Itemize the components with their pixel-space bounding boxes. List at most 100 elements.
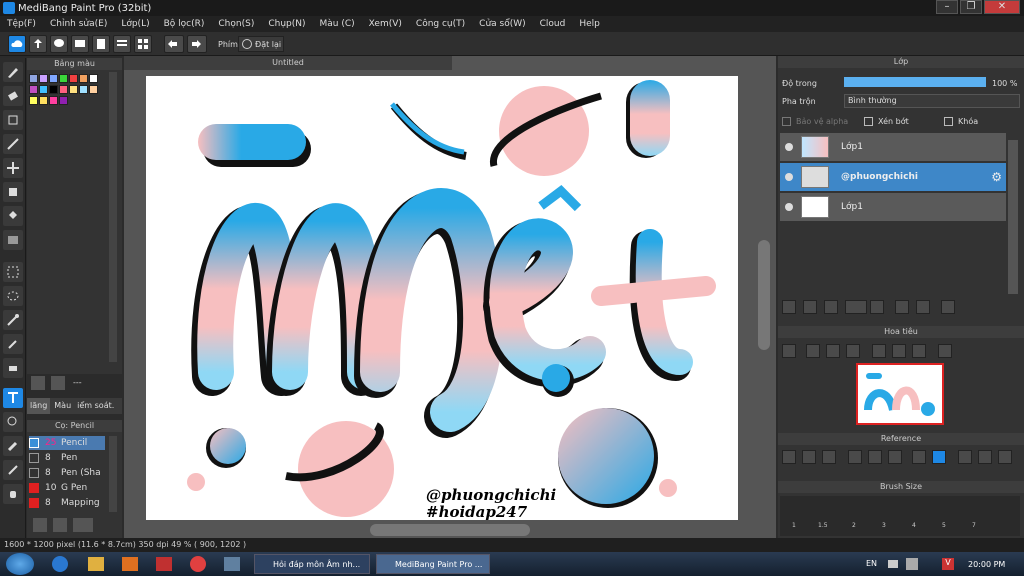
brush-size-option[interactable]: 1 [792, 522, 796, 529]
brush-item-pen[interactable]: 8 Pen [29, 451, 105, 465]
navigator-preview[interactable] [856, 363, 944, 425]
menu-help[interactable]: Help [572, 19, 607, 29]
tray-arrow-icon[interactable] [888, 560, 898, 568]
brush-item-pencil[interactable]: 25 Pencil [29, 436, 105, 450]
color-swatch[interactable] [29, 85, 38, 94]
redo-icon[interactable] [187, 35, 207, 53]
tab-palette[interactable]: lăng [27, 398, 51, 414]
menu-view[interactable]: Xem(V) [362, 19, 409, 29]
explorer-folder-icon[interactable] [88, 557, 104, 571]
gradient-tool-icon[interactable] [3, 230, 23, 250]
color-swatch[interactable] [39, 96, 48, 105]
delete-layer-icon[interactable] [941, 300, 955, 314]
brush-item-pen-shading[interactable]: 8 Pen (Sha [29, 466, 105, 480]
layer-row[interactable]: Lớp1 [780, 193, 1006, 221]
brush-size-option[interactable]: 1.5 [818, 522, 828, 529]
menu-select[interactable]: Chọn(S) [211, 19, 261, 29]
layer-row-selected[interactable]: @phuongchichi ⚙ [780, 163, 1006, 191]
app-icon[interactable] [224, 557, 240, 571]
layer-scrollbar[interactable] [1008, 140, 1018, 294]
eraser-tool-icon[interactable] [3, 86, 23, 106]
menu-window[interactable]: Cửa sổ(W) [472, 19, 532, 29]
tab-control[interactable]: iểm soát. [75, 398, 116, 414]
zoom-in-icon[interactable] [806, 344, 820, 358]
flip-icon[interactable] [938, 344, 952, 358]
canvas-tab[interactable]: Untitled [124, 56, 452, 70]
canvas-vertical-scrollbar[interactable] [758, 240, 770, 350]
document-icon[interactable] [92, 35, 110, 53]
menu-cloud[interactable]: Cloud [533, 19, 573, 29]
select-pen-tool-icon[interactable] [3, 334, 23, 354]
new-halftone-layer-icon[interactable] [824, 300, 838, 314]
language-indicator[interactable]: EN [866, 559, 877, 568]
brush-item-g-pen[interactable]: 10 G Pen [29, 481, 105, 495]
text-tool-icon[interactable] [3, 388, 23, 408]
new-layer-icon[interactable] [782, 300, 796, 314]
reference-fit-icon[interactable] [868, 450, 882, 464]
message-icon[interactable] [71, 35, 89, 53]
comment-icon[interactable] [50, 35, 68, 53]
brush-panel-scrollbar[interactable] [109, 436, 117, 512]
color-swatch[interactable] [29, 96, 38, 105]
line-tool-icon[interactable] [3, 134, 23, 154]
zoom-out-icon[interactable] [846, 344, 860, 358]
color-swatch[interactable] [49, 85, 58, 94]
add-layer-menu-icon[interactable] [845, 300, 867, 314]
maximize-button[interactable]: ❐ [960, 0, 982, 14]
tray-antivirus-icon[interactable]: V [942, 558, 954, 570]
grid-icon[interactable] [134, 35, 152, 53]
cloud-icon[interactable] [8, 35, 26, 53]
visibility-icon[interactable] [785, 173, 793, 181]
reference-add-icon[interactable] [782, 450, 796, 464]
reference-open-icon[interactable] [802, 450, 816, 464]
layer-settings-gear-icon[interactable]: ⚙ [991, 170, 1002, 184]
zoom-in-icon[interactable] [782, 344, 796, 358]
eyedropper-tool-icon[interactable] [3, 436, 23, 456]
rotate-left-icon[interactable] [872, 344, 886, 358]
minimize-button[interactable]: – [936, 0, 958, 14]
brush-menu-icon[interactable] [73, 518, 93, 532]
reference-hand-icon[interactable] [932, 450, 946, 464]
color-swatch[interactable] [89, 74, 98, 83]
color-swatch[interactable] [69, 74, 78, 83]
magic-wand-tool-icon[interactable] [3, 310, 23, 330]
taskbar-item-active[interactable]: MediBang Paint Pro ... [376, 554, 490, 574]
reference-reset-icon[interactable] [978, 450, 992, 464]
menu-file[interactable]: Tệp(F) [0, 19, 43, 29]
tray-icon[interactable] [906, 558, 918, 570]
color-panel-scrollbar[interactable] [109, 72, 117, 362]
folder-icon[interactable] [870, 300, 884, 314]
bucket-tool-icon[interactable] [3, 206, 23, 226]
duplicate-layer-icon[interactable] [895, 300, 909, 314]
color-swatch[interactable] [69, 85, 78, 94]
menu-filter[interactable]: Bộ lọc(R) [157, 19, 212, 29]
layer-row[interactable]: Lớp1 [780, 133, 1006, 161]
menu-tools[interactable]: Công cụ(T) [409, 19, 472, 29]
brush-size-option[interactable]: 5 [942, 522, 946, 529]
reference-zoom-out-icon[interactable] [888, 450, 902, 464]
menu-layer[interactable]: Lớp(L) [114, 19, 156, 29]
opacity-slider[interactable] [844, 77, 986, 87]
new-raster-layer-icon[interactable] [803, 300, 817, 314]
visibility-icon[interactable] [785, 143, 793, 151]
color-swatch[interactable] [79, 85, 88, 94]
brush-tool-icon[interactable] [3, 62, 23, 82]
brush-size-option[interactable]: 4 [912, 522, 916, 529]
hand-tool-icon[interactable] [3, 484, 23, 504]
lock-checkbox[interactable] [944, 117, 953, 126]
add-brush-icon[interactable] [33, 518, 47, 532]
select-eraser-tool-icon[interactable] [3, 358, 23, 378]
app-icon[interactable] [156, 557, 172, 571]
color-swatch[interactable] [59, 96, 68, 105]
reset-button[interactable]: Đặt lại [238, 36, 284, 52]
brush-size-option[interactable]: 7 [972, 522, 976, 529]
operation-tool-icon[interactable] [3, 412, 23, 432]
delete-palette-icon[interactable] [51, 376, 65, 390]
brush-size-option[interactable]: 2 [852, 522, 856, 529]
color-swatch[interactable] [49, 74, 58, 83]
tab-color[interactable]: Màu [50, 398, 75, 414]
reset-view-icon[interactable] [892, 344, 906, 358]
color-swatch[interactable] [39, 74, 48, 83]
protect-alpha-checkbox[interactable] [782, 117, 791, 126]
canvas-horizontal-scrollbar[interactable] [370, 524, 530, 536]
